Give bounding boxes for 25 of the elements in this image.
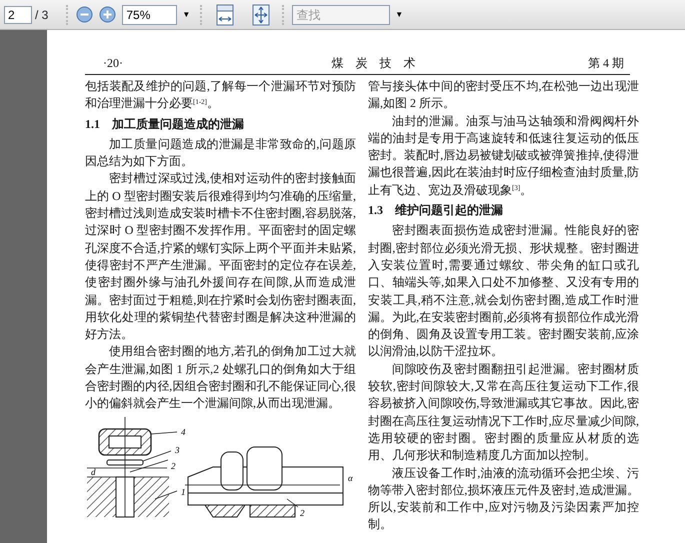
paragraph: 液压设备工作时,油液的流动循环会把尘埃、污物等带入密封部位,损坏液压元件及密封,造成泄漏。所以,安装前和工作中,应对污物及污染因素严加控制。: [368, 464, 639, 534]
figure-label: 4: [181, 426, 186, 437]
search-field[interactable]: 查找: [292, 4, 390, 24]
paragraph: 使用组合密封圈的地方,若孔的倒角加工过大就会产生泄漏,如图 1 所示,2 处螺孔口的倒角如大于组合密封圈的内径,因组合密封圈和孔不能保证同心,很小的偏斜就会产生一个泄漏间隙,从而出现泄漏。: [85, 343, 356, 412]
paragraph: 密封圈表面损伤造成密封泄漏。性能良好的密封圈,密封部位必须光滑无损、形状规整。密封圈进入安装位置时,需要通过螺纹、带尖角的缸口或孔口、轴端头等,如果入口处不加修整、又没有专用的安装工具,稍不注意,就会划伤密封圈,造成工作时泄漏。为此,在安装密封圈前,必须将有损部位作成光滑的倒角、圆角及设置专用工装。密封圈安装前,应涂以润滑油,以防干涩拉坏。: [368, 222, 639, 360]
paragraph: 管与接头体中间的密封受压不均,在松弛一边出现泄漏,如图 2 所示。: [368, 78, 639, 112]
page-count: / 3: [35, 6, 48, 24]
figure-label: α: [348, 472, 353, 483]
paragraph: 间隙咬伤及密封圈翻扭引起泄漏。密封圈材质较软,密封间隙较大,又常在高压往复运动下工作,很容易被挤入间隙咬伤,导致泄漏或其它事故。因此,密封圈在高压往复运动情况下工作时,应尽量减少间隙,选用较硬的密封圈。密封圈的质量应从材质的选用、几何形状和制造精度几方面加以控制。: [368, 360, 639, 464]
paragraph: 加工质量问题造成的泄漏是非常致命的,问题原因总结为如下方面。: [85, 136, 356, 170]
figure-label: 1: [181, 486, 186, 497]
page-label: ·20·: [103, 55, 123, 72]
figure-label: 3: [175, 444, 180, 455]
figure-label: 2: [300, 508, 304, 518]
figure-label: d: [91, 466, 96, 477]
issue-label: 第 4 期: [588, 55, 624, 72]
page-number-field[interactable]: 2: [4, 6, 32, 24]
journal-title: 煤 炭 技 术: [332, 55, 416, 72]
figure-label: 2: [171, 460, 176, 471]
paragraph: 油封的泄漏。油泵与油马达轴颈和滑阀阀杆外端的油封是专用于高速旋转和低速往复运动的低压密封。装配时,唇边易被键划破或被弹簧推掉,使得泄漏也很普遍,因此在装油封时应仔细检查油封质量,防止有飞边、宽边及滑破现象$^{[3]}$。: [368, 112, 639, 199]
section-heading: 1.1 加工质量问题造成的泄漏: [85, 116, 245, 133]
paragraph: 包括装配及维护的问题,了解每一个泄漏环节对预防和治理泄漏十分必要$^{[1-2]}$。: [85, 78, 356, 112]
paragraph: 密封槽过深或过浅,使相对运动件的密封接触面上的 O 型密封圈安装后很难得到均匀准确的压缩量,密封槽过浅则造成安装时槽卡不住密封圈,容易脱落,过深时 O 型密封圈不发挥作用。平面密封的固定螺孔深度不合适,拧紧的螺钉实际上两个平面并未贴紧,使得密封不严产生泄漏。平面密封的定位存在误差,使密封圈外缘与油孔外援间存在间隙,从而造成泄漏。密封面过于粗糙,则在拧紧时会划伤密封圈表面,用软化处理的紫铜垫代替密封圈是解决这种泄漏的好方法。: [85, 170, 356, 344]
section-heading: 1.3 维护问题引起的泄漏: [368, 202, 504, 220]
zoom-field[interactable]: 75%: [122, 4, 178, 24]
